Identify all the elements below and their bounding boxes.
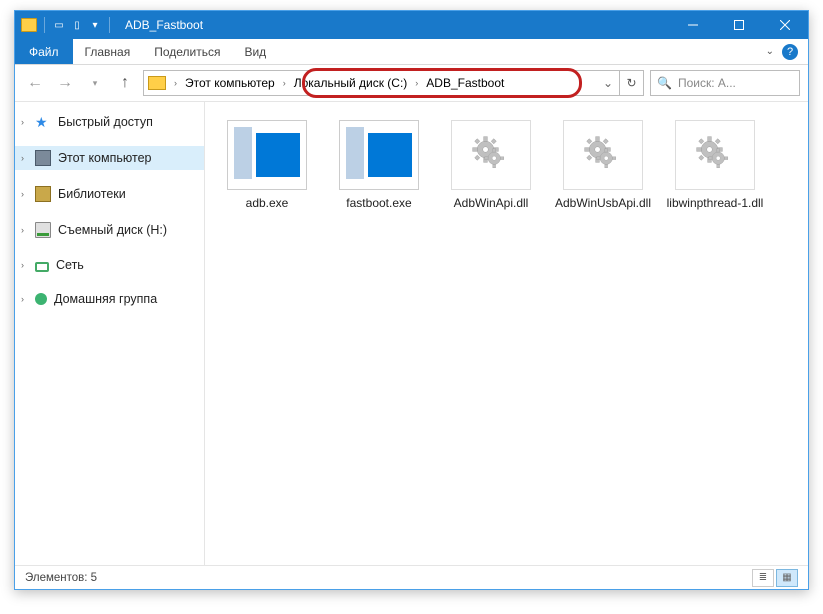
pc-icon bbox=[35, 150, 51, 166]
explorer-window: ▭ ▯ ▾ ADB_Fastboot Файл Главная Поделить… bbox=[14, 10, 809, 590]
chevron-right-icon[interactable]: › bbox=[21, 225, 24, 235]
search-input[interactable]: 🔍 Поиск: A... bbox=[650, 70, 800, 96]
sidebar-item-label: Домашняя группа bbox=[54, 292, 157, 306]
separator bbox=[44, 17, 45, 33]
chevron-right-icon[interactable]: › bbox=[21, 260, 24, 270]
chevron-right-icon[interactable]: › bbox=[170, 78, 181, 88]
titlebar: ▭ ▯ ▾ ADB_Fastboot bbox=[15, 11, 808, 39]
sidebar-item-label: Этот компьютер bbox=[58, 151, 151, 165]
file-name-label: AdbWinApi.dll bbox=[454, 196, 529, 210]
quick-access-toolbar: ▭ ▯ ▾ bbox=[15, 17, 119, 33]
spacer bbox=[15, 170, 204, 182]
ribbon-right: ⌄ ? bbox=[756, 39, 808, 64]
tab-view[interactable]: Вид bbox=[232, 39, 278, 64]
sidebar-item-label: Быстрый доступ bbox=[58, 115, 153, 129]
chevron-right-icon[interactable]: › bbox=[21, 153, 24, 163]
close-button[interactable] bbox=[762, 11, 808, 39]
file-list[interactable]: adb.exe fastboot.exe AdbWinApi.dll AdbWinUs… bbox=[205, 102, 808, 565]
homegroup-icon bbox=[35, 293, 47, 305]
chevron-right-icon[interactable]: › bbox=[21, 294, 24, 304]
sidebar-item-label: Съемный диск (H:) bbox=[58, 223, 167, 237]
file-item[interactable]: adb.exe bbox=[211, 120, 323, 210]
folder-icon bbox=[148, 76, 166, 90]
breadcrumb-segment[interactable]: Локальный диск (C:) bbox=[290, 76, 412, 90]
chevron-right-icon[interactable]: › bbox=[279, 78, 290, 88]
sidebar-item-label: Сеть bbox=[56, 258, 84, 272]
ribbon-tabs: Файл Главная Поделиться Вид ⌄ ? bbox=[15, 39, 808, 65]
maximize-button[interactable] bbox=[716, 11, 762, 39]
item-count: Элементов: 5 bbox=[25, 572, 97, 584]
drive-icon bbox=[35, 222, 51, 238]
properties-icon[interactable]: ▭ bbox=[52, 18, 66, 32]
sidebar-item-homegroup[interactable]: › Домашняя группа bbox=[15, 288, 204, 310]
separator bbox=[109, 17, 110, 33]
view-switcher: ≣ ▦ bbox=[752, 569, 798, 587]
breadcrumb-segment[interactable]: Этот компьютер bbox=[181, 76, 279, 90]
sidebar-item-this-pc[interactable]: › Этот компьютер bbox=[15, 146, 204, 170]
chevron-right-icon[interactable]: › bbox=[411, 78, 422, 88]
address-bar[interactable]: › Этот компьютер › Локальный диск (C:) ›… bbox=[143, 70, 644, 96]
file-item[interactable]: AdbWinUsbApi.dll bbox=[547, 120, 659, 210]
sidebar-item-network[interactable]: › Сеть bbox=[15, 254, 204, 276]
navigation-pane: › ★ Быстрый доступ › Этот компьютер › Библио… bbox=[15, 102, 205, 565]
dll-icon bbox=[675, 120, 755, 190]
file-item[interactable]: libwinpthread-1.dll bbox=[659, 120, 771, 210]
back-button[interactable]: ← bbox=[23, 71, 47, 95]
icons-view-button[interactable]: ▦ bbox=[776, 569, 798, 587]
file-item[interactable]: fastboot.exe bbox=[323, 120, 435, 210]
spacer bbox=[15, 276, 204, 288]
tab-home[interactable]: Главная bbox=[73, 39, 143, 64]
chevron-right-icon[interactable]: › bbox=[21, 117, 24, 127]
help-icon[interactable]: ? bbox=[782, 44, 798, 60]
dll-icon bbox=[451, 120, 531, 190]
folder-icon bbox=[21, 18, 37, 32]
file-name-label: fastboot.exe bbox=[346, 196, 411, 210]
file-item[interactable]: AdbWinApi.dll bbox=[435, 120, 547, 210]
status-bar: Элементов: 5 ≣ ▦ bbox=[15, 565, 808, 589]
dll-icon bbox=[563, 120, 643, 190]
spacer bbox=[15, 242, 204, 254]
recent-dropdown-icon[interactable]: ▾ bbox=[83, 71, 107, 95]
chevron-right-icon[interactable]: › bbox=[21, 189, 24, 199]
explorer-body: › ★ Быстрый доступ › Этот компьютер › Библио… bbox=[15, 101, 808, 565]
minimize-button[interactable] bbox=[670, 11, 716, 39]
expand-ribbon-icon[interactable]: ⌄ bbox=[766, 46, 774, 57]
tab-share[interactable]: Поделиться bbox=[142, 39, 232, 64]
spacer bbox=[15, 206, 204, 218]
breadcrumb-segment[interactable]: ADB_Fastboot bbox=[422, 76, 508, 90]
window-title: ADB_Fastboot bbox=[125, 18, 203, 32]
address-row: ← → ▾ ↑ › Этот компьютер › Локальный дис… bbox=[15, 65, 808, 101]
file-name-label: adb.exe bbox=[246, 196, 289, 210]
sidebar-item-label: Библиотеки bbox=[58, 187, 126, 201]
sidebar-item-libraries[interactable]: › Библиотеки bbox=[15, 182, 204, 206]
qat-dropdown-icon[interactable]: ▾ bbox=[88, 18, 102, 32]
search-placeholder: Поиск: A... bbox=[678, 76, 736, 90]
forward-button[interactable]: → bbox=[53, 71, 77, 95]
libraries-icon bbox=[35, 186, 51, 202]
up-button[interactable]: ↑ bbox=[113, 71, 137, 95]
file-name-label: libwinpthread-1.dll bbox=[667, 196, 764, 210]
sidebar-item-quick-access[interactable]: › ★ Быстрый доступ bbox=[15, 110, 204, 134]
file-tab[interactable]: Файл bbox=[15, 39, 73, 64]
star-icon: ★ bbox=[35, 114, 51, 130]
address-dropdown-icon[interactable]: ⌄ bbox=[597, 76, 619, 90]
search-icon: 🔍 bbox=[657, 76, 672, 90]
refresh-button[interactable]: ↻ bbox=[619, 71, 643, 95]
exe-icon bbox=[339, 120, 419, 190]
exe-icon bbox=[227, 120, 307, 190]
details-view-button[interactable]: ≣ bbox=[752, 569, 774, 587]
sidebar-item-removable-disk[interactable]: › Съемный диск (H:) bbox=[15, 218, 204, 242]
file-name-label: AdbWinUsbApi.dll bbox=[555, 196, 651, 210]
window-controls bbox=[670, 11, 808, 39]
new-folder-icon[interactable]: ▯ bbox=[70, 18, 84, 32]
spacer bbox=[15, 134, 204, 146]
network-icon bbox=[35, 262, 49, 272]
